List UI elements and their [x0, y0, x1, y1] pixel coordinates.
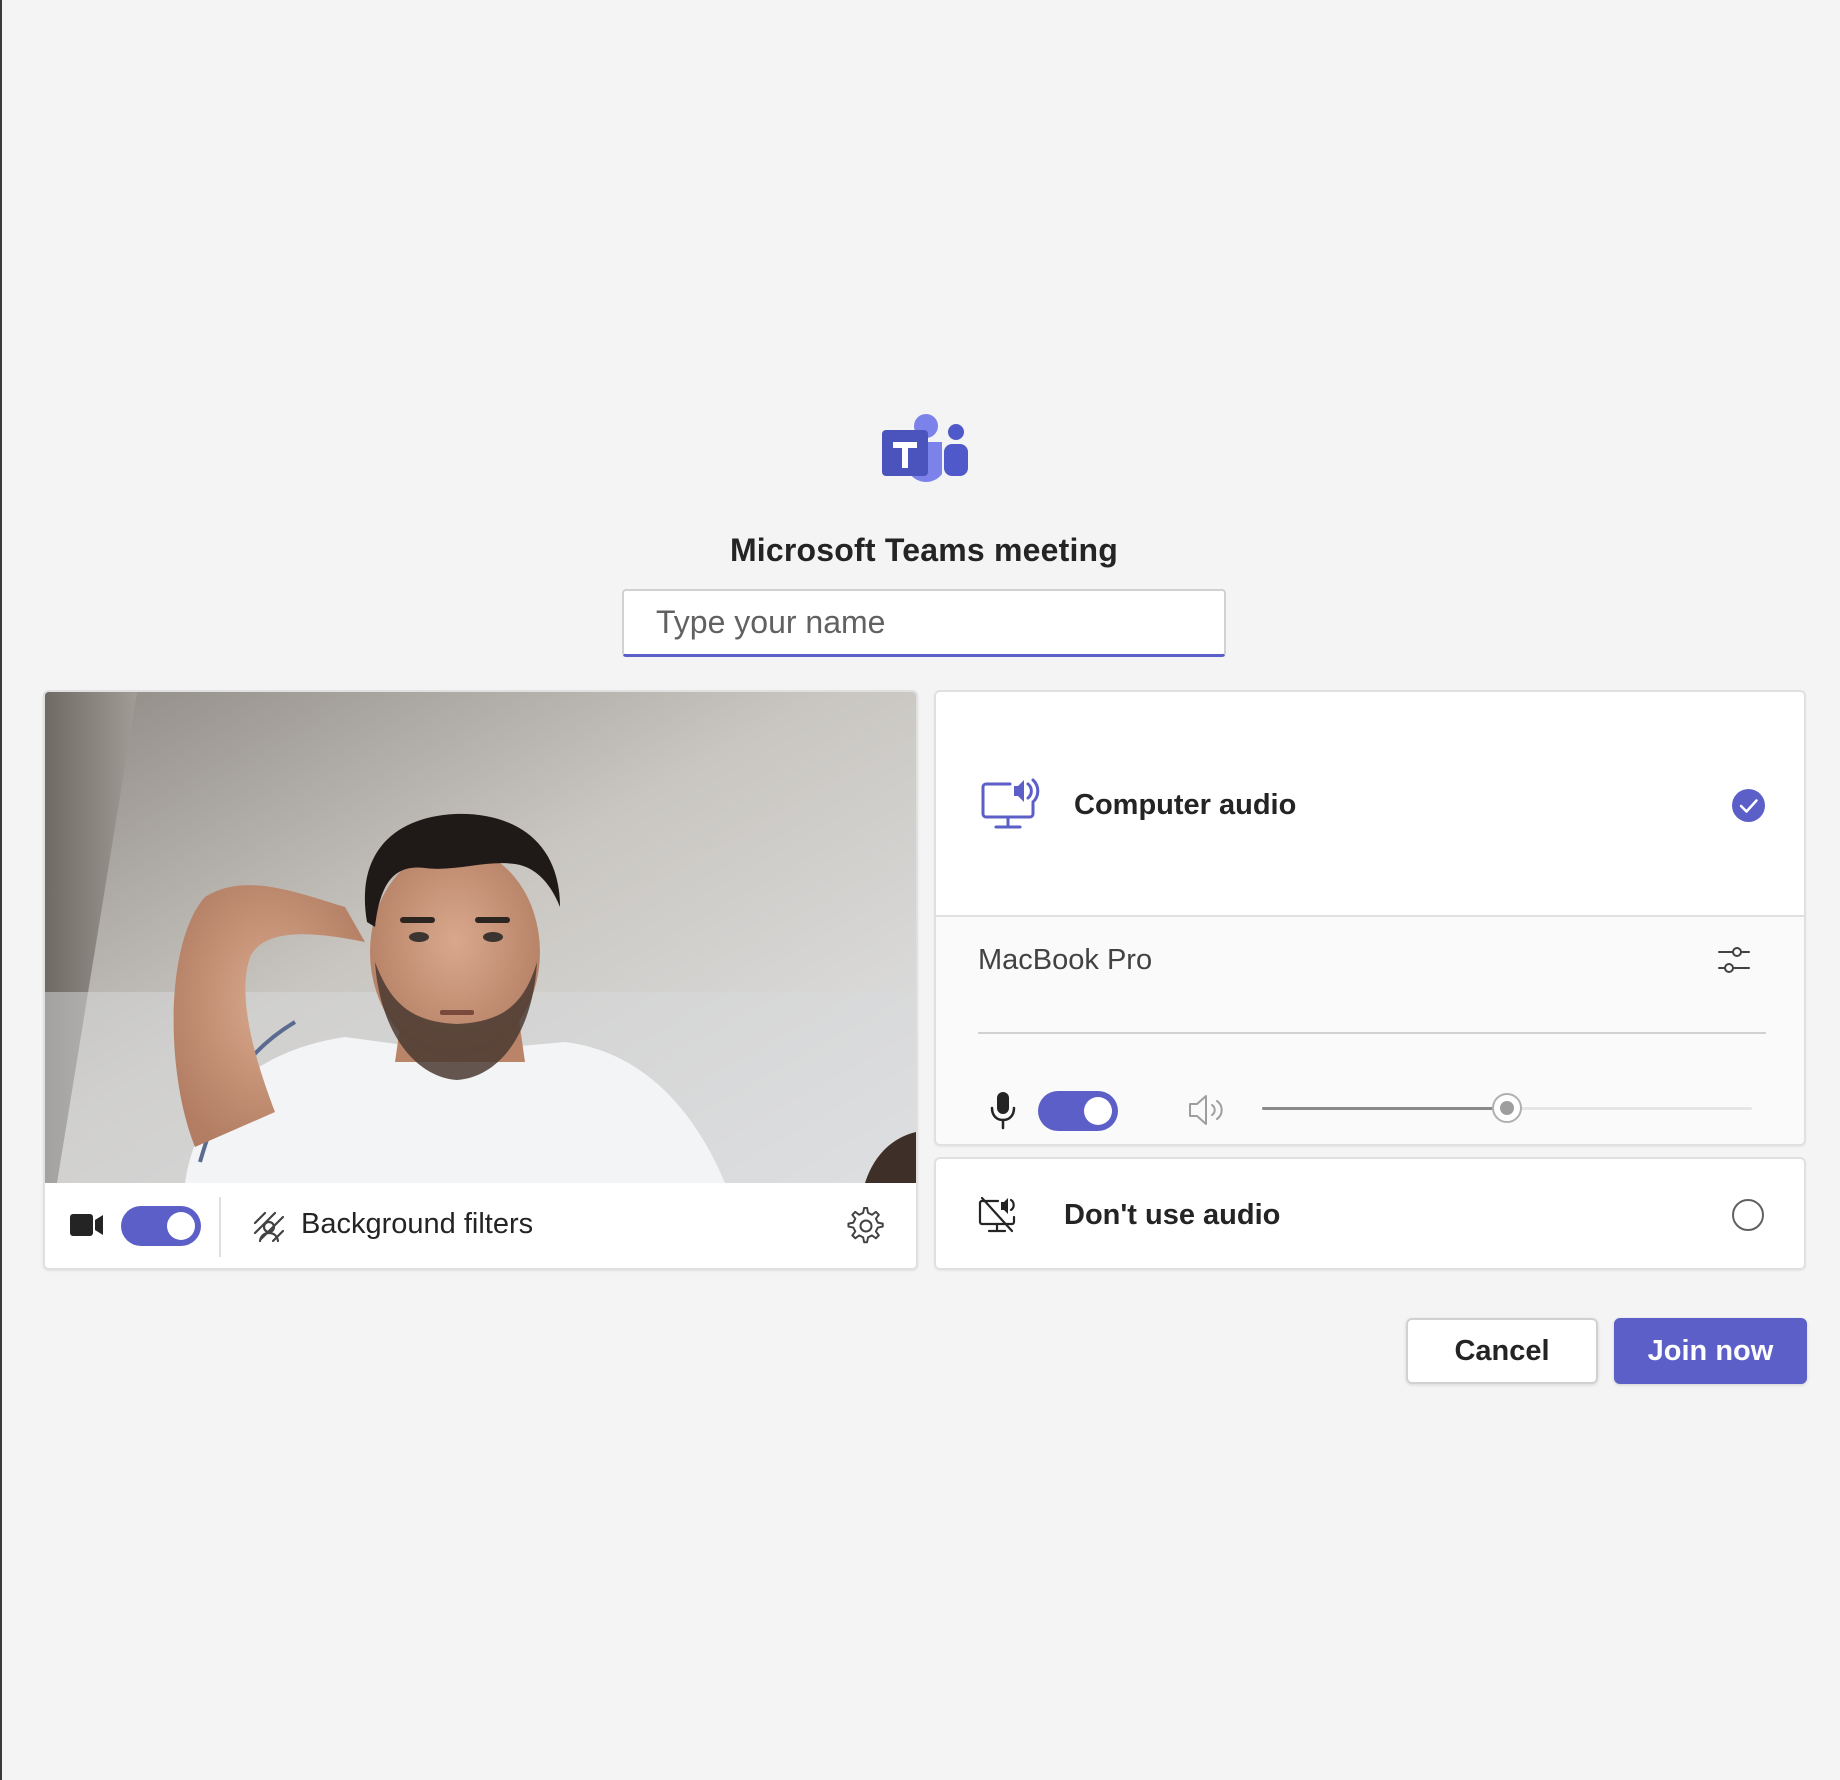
divider — [219, 1197, 221, 1257]
device-settings-icon[interactable] — [1716, 942, 1752, 978]
window-left-edge — [0, 0, 2, 1780]
computer-audio-radio[interactable] — [1732, 789, 1765, 822]
microphone-icon — [990, 1092, 1016, 1130]
cancel-button[interactable]: Cancel — [1406, 1318, 1598, 1384]
teams-logo-icon — [882, 414, 968, 482]
meeting-title: Microsoft Teams meeting — [729, 532, 1119, 568]
volume-thumb[interactable] — [1492, 1093, 1522, 1123]
name-input[interactable] — [624, 591, 1224, 654]
microphone-toggle[interactable] — [1038, 1091, 1118, 1131]
settings-gear-icon[interactable] — [847, 1207, 885, 1245]
background-filters-icon — [253, 1211, 285, 1243]
computer-audio-label: Computer audio — [1074, 789, 1297, 821]
camera-preview-image — [45, 692, 916, 1183]
speaker-icon — [1189, 1095, 1223, 1125]
toggle-knob — [1084, 1097, 1112, 1125]
camera-toggle[interactable] — [121, 1206, 201, 1246]
no-audio-icon — [978, 1196, 1016, 1233]
dont-use-audio-option[interactable]: Don't use audio — [934, 1157, 1806, 1270]
computer-audio-card: Computer audio MacBook Pro — [934, 690, 1806, 1146]
video-preview-card: Background filters — [43, 690, 918, 1270]
toggle-knob — [167, 1212, 195, 1240]
camera-icon — [70, 1214, 103, 1236]
computer-audio-icon — [981, 778, 1040, 829]
join-now-button[interactable]: Join now — [1614, 1318, 1807, 1384]
dont-use-audio-label: Don't use audio — [1064, 1199, 1281, 1231]
checkmark-icon — [1739, 799, 1758, 813]
speaker-volume-slider[interactable] — [1262, 1093, 1752, 1123]
name-field-container — [622, 589, 1226, 657]
dont-use-audio-radio[interactable] — [1732, 1199, 1764, 1231]
video-controls-bar: Background filters — [45, 1183, 916, 1268]
audio-device-name: MacBook Pro — [978, 944, 1153, 976]
volume-fill — [1262, 1107, 1507, 1110]
computer-audio-option[interactable]: Computer audio — [936, 692, 1804, 917]
background-filters-button[interactable]: Background filters — [301, 1208, 533, 1241]
device-divider — [978, 1032, 1766, 1034]
